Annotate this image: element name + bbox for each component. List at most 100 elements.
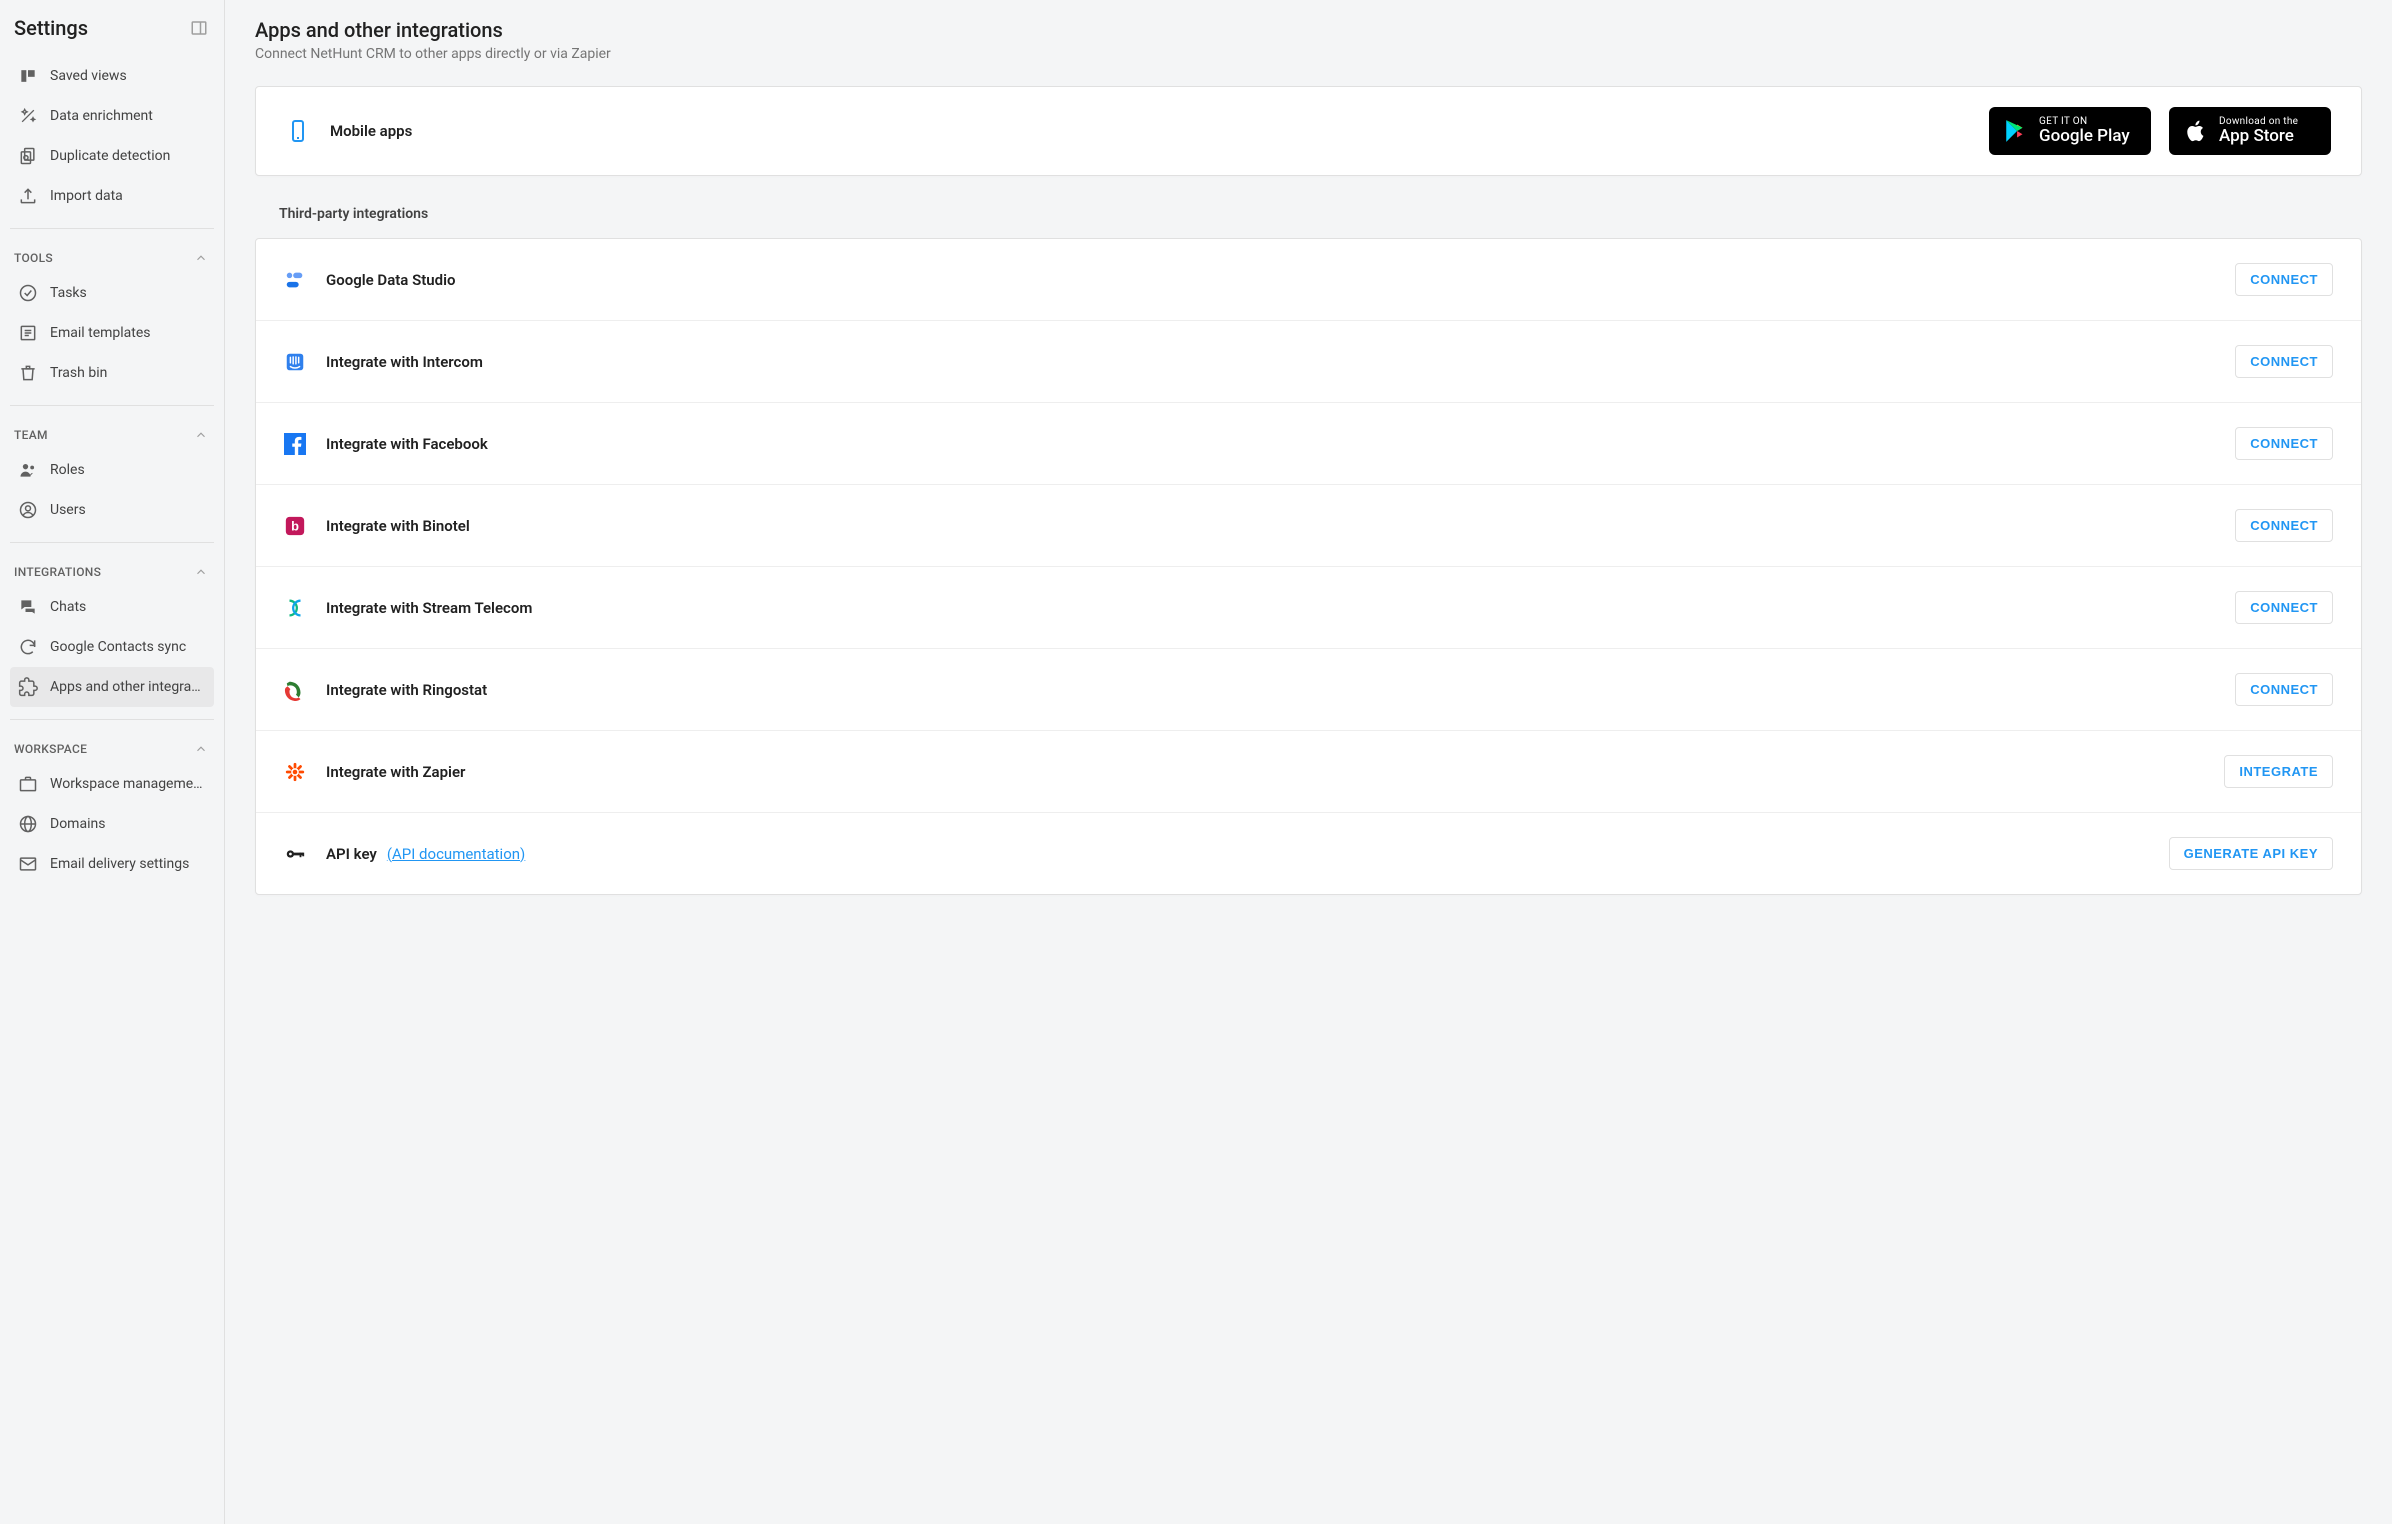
binotel-icon: b (284, 515, 306, 537)
email-delivery-icon (18, 854, 38, 874)
integration-row-api-key: API key (API documentation) GENERATE API… (256, 812, 2361, 894)
sidebar-top-items: Saved views Data enrichment Duplicate de… (0, 52, 224, 220)
generate-api-key-button[interactable]: GENERATE API KEY (2169, 837, 2333, 870)
sidebar-divider (10, 228, 214, 229)
integration-row-ringostat: Integrate with Ringostat CONNECT (256, 648, 2361, 730)
sidebar-section-integrations: INTEGRATIONS Chats Google Contacts sync … (0, 551, 224, 711)
svg-text:b: b (291, 518, 299, 533)
sidebar-section-header-team[interactable]: TEAM (10, 418, 214, 450)
sidebar-section-title: INTEGRATIONS (14, 565, 101, 579)
stream-telecom-icon (284, 597, 306, 619)
sidebar-item-label: Saved views (50, 68, 127, 84)
integration-row-zapier: Integrate with Zapier INTEGRATE (256, 730, 2361, 812)
api-documentation-link[interactable]: (API documentation) (387, 845, 525, 863)
import-icon (18, 186, 38, 206)
workspace-icon (18, 774, 38, 794)
google-play-badge[interactable]: GET IT ON Google Play (1989, 107, 2151, 155)
panel-toggle-icon[interactable] (190, 19, 208, 37)
mobile-apps-label: Mobile apps (330, 122, 1969, 140)
google-play-icon (2003, 118, 2029, 144)
integration-label: Integrate with Binotel (326, 517, 2215, 535)
page-title: Apps and other integrations (255, 18, 2362, 42)
domains-icon (18, 814, 38, 834)
sidebar-item-label: Domains (50, 816, 105, 832)
connect-button[interactable]: CONNECT (2235, 591, 2333, 624)
ringostat-icon (284, 679, 306, 701)
sidebar-item-label: Import data (50, 188, 123, 204)
connect-button[interactable]: CONNECT (2235, 345, 2333, 378)
apple-icon (2183, 118, 2209, 144)
integrate-button[interactable]: INTEGRATE (2224, 755, 2333, 788)
sidebar-section-title: TEAM (14, 428, 48, 442)
integration-label: Integrate with Intercom (326, 353, 2215, 371)
sidebar-divider (10, 542, 214, 543)
sidebar-item-roles[interactable]: Roles (10, 450, 214, 490)
connect-button[interactable]: CONNECT (2235, 427, 2333, 460)
sidebar-section-header-workspace[interactable]: WORKSPACE (10, 732, 214, 764)
sidebar-item-label: Email templates (50, 325, 151, 341)
sidebar-item-label: Roles (50, 462, 85, 478)
sync-icon (18, 637, 38, 657)
sidebar-item-trash-bin[interactable]: Trash bin (10, 353, 214, 393)
sidebar-item-label: Apps and other integra… (50, 679, 201, 695)
sidebar-section-title: TOOLS (14, 251, 53, 265)
sidebar-item-tasks[interactable]: Tasks (10, 273, 214, 313)
sidebar-item-chats[interactable]: Chats (10, 587, 214, 627)
sidebar-item-label: Users (50, 502, 86, 518)
enrichment-icon (18, 106, 38, 126)
sidebar-item-saved-views[interactable]: Saved views (10, 56, 214, 96)
api-key-label: API key (326, 845, 377, 863)
integration-row-facebook: Integrate with Facebook CONNECT (256, 402, 2361, 484)
sidebar-item-data-enrichment[interactable]: Data enrichment (10, 96, 214, 136)
sidebar-item-google-contacts-sync[interactable]: Google Contacts sync (10, 627, 214, 667)
duplicate-icon (18, 146, 38, 166)
chevron-up-icon (194, 565, 208, 579)
integration-row-stream-telecom: Integrate with Stream Telecom CONNECT (256, 566, 2361, 648)
intercom-icon (284, 351, 306, 373)
trash-icon (18, 363, 38, 383)
templates-icon (18, 323, 38, 343)
store-badges: GET IT ON Google Play Download on the Ap… (1989, 107, 2331, 155)
chevron-up-icon (194, 428, 208, 442)
sidebar-item-domains[interactable]: Domains (10, 804, 214, 844)
connect-button[interactable]: CONNECT (2235, 263, 2333, 296)
integration-label: Integrate with Facebook (326, 435, 2215, 453)
sidebar-item-workspace-management[interactable]: Workspace manageme… (10, 764, 214, 804)
app-store-badge[interactable]: Download on the App Store (2169, 107, 2331, 155)
sidebar-item-apps-integrations[interactable]: Apps and other integra… (10, 667, 214, 707)
sidebar-item-import-data[interactable]: Import data (10, 176, 214, 216)
integration-row-data-studio: Google Data Studio CONNECT (256, 239, 2361, 320)
data-studio-icon (284, 269, 306, 291)
sidebar-divider (10, 405, 214, 406)
sidebar-item-users[interactable]: Users (10, 490, 214, 530)
apps-icon (18, 677, 38, 697)
users-icon (18, 500, 38, 520)
sidebar-item-email-delivery[interactable]: Email delivery settings (10, 844, 214, 884)
connect-button[interactable]: CONNECT (2235, 509, 2333, 542)
sidebar-section-team: TEAM Roles Users (0, 414, 224, 534)
sidebar-section-header-tools[interactable]: TOOLS (10, 241, 214, 273)
api-key-icon (284, 843, 306, 865)
connect-button[interactable]: CONNECT (2235, 673, 2333, 706)
sidebar: Settings Saved views Data enrichment Dup… (0, 0, 225, 1524)
saved-views-icon (18, 66, 38, 86)
integration-label: Integrate with Ringostat (326, 681, 2215, 699)
sidebar-item-label: Email delivery settings (50, 856, 189, 872)
zapier-icon (284, 761, 306, 783)
facebook-icon (284, 433, 306, 455)
app-store-bottom-text: App Store (2219, 127, 2298, 146)
sidebar-item-duplicate-detection[interactable]: Duplicate detection (10, 136, 214, 176)
sidebar-item-label: Workspace manageme… (50, 776, 203, 792)
sidebar-item-label: Chats (50, 599, 86, 615)
mobile-apps-card: Mobile apps GET IT ON Google Play Downlo… (255, 86, 2362, 176)
sidebar-item-label: Google Contacts sync (50, 639, 186, 655)
sidebar-item-label: Trash bin (50, 365, 107, 381)
sidebar-item-email-templates[interactable]: Email templates (10, 313, 214, 353)
integration-label: Integrate with Stream Telecom (326, 599, 2215, 617)
sidebar-divider (10, 719, 214, 720)
integration-row-binotel: b Integrate with Binotel CONNECT (256, 484, 2361, 566)
sidebar-item-label: Duplicate detection (50, 148, 170, 164)
main-content: Apps and other integrations Connect NetH… (225, 0, 2392, 1524)
sidebar-section-header-integrations[interactable]: INTEGRATIONS (10, 555, 214, 587)
sidebar-section-tools: TOOLS Tasks Email templates Trash bin (0, 237, 224, 397)
